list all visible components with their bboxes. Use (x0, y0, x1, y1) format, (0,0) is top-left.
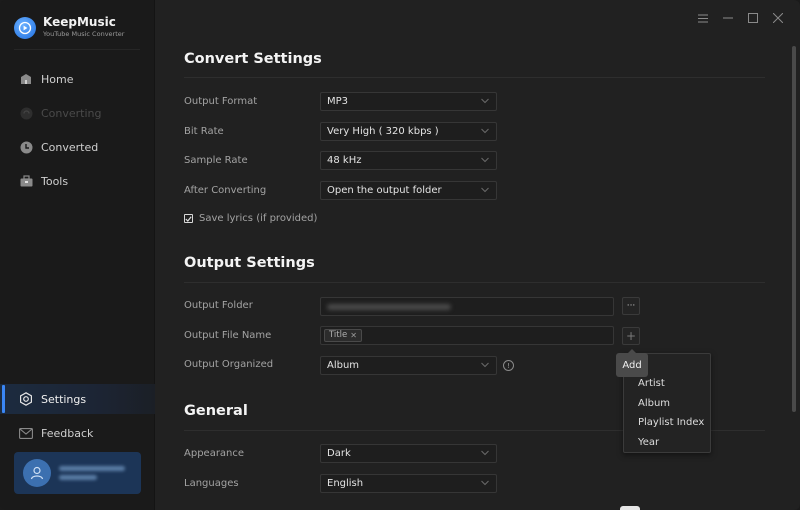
convert-settings-title: Convert Settings (184, 51, 322, 67)
sidebar-item-converted[interactable]: Converted (0, 132, 155, 162)
sidebar-item-converting: Converting (0, 98, 155, 128)
app-subtitle: YouTube Music Converter (43, 30, 125, 38)
settings-icon (19, 392, 33, 406)
chevron-down-icon (481, 450, 489, 456)
appearance-select[interactable]: Dark (320, 444, 497, 463)
sidebar-item-settings[interactable]: Settings (0, 384, 155, 414)
output-folder-path-redacted (327, 304, 451, 310)
languages-select[interactable]: English (320, 474, 497, 493)
file-name-tag: Title ✕ (324, 329, 362, 342)
output-folder-input[interactable] (320, 297, 614, 316)
keepmusic-logo-icon (14, 16, 36, 39)
minimize-button[interactable] (721, 11, 735, 25)
save-lyrics-checkbox[interactable]: Save lyrics (if provided) (184, 213, 317, 224)
maximize-icon (748, 13, 758, 23)
converting-icon (19, 106, 33, 120)
home-icon (19, 72, 33, 86)
chevron-down-icon (481, 128, 489, 134)
bit-rate-label: Bit Rate (184, 126, 224, 137)
languages-value: English (327, 478, 364, 489)
chevron-down-icon (481, 187, 489, 193)
after-converting-value: Open the output folder (327, 185, 442, 196)
output-settings-title: Output Settings (184, 255, 315, 271)
sidebar-item-feedback[interactable]: Feedback (0, 418, 155, 448)
avatar (23, 459, 51, 487)
user-icon (30, 466, 44, 480)
appearance-value: Dark (327, 448, 351, 459)
menu-item-album[interactable]: Album (638, 398, 670, 410)
menu-item-year[interactable]: Year (638, 437, 659, 449)
bit-rate-select[interactable]: Very High ( 320 kbps ) (320, 122, 497, 141)
chevron-down-icon (481, 362, 489, 368)
bit-rate-value: Very High ( 320 kbps ) (327, 126, 439, 137)
output-organized-select[interactable]: Album (320, 356, 497, 375)
sidebar-item-label: Settings (41, 392, 87, 406)
info-icon[interactable]: ! (503, 360, 514, 371)
output-format-label: Output Format (184, 96, 258, 107)
checkbox-checked-icon[interactable] (184, 214, 193, 223)
divider (184, 282, 765, 283)
sample-rate-label: Sample Rate (184, 155, 248, 166)
after-converting-label: After Converting (184, 185, 267, 196)
sample-rate-select[interactable]: 48 kHz (320, 151, 497, 170)
sidebar-item-label: Home (41, 72, 74, 86)
add-tag-button[interactable]: + (622, 327, 640, 345)
remove-tag-icon[interactable]: ✕ (350, 330, 357, 341)
sidebar-item-label: Feedback (41, 426, 94, 440)
divider (14, 49, 140, 50)
toolbox-icon (19, 174, 33, 188)
sidebar-item-label: Converting (41, 106, 102, 120)
browse-folder-button[interactable]: ··· (622, 297, 640, 315)
chevron-down-icon (481, 157, 489, 163)
output-format-value: MP3 (327, 96, 349, 107)
sidebar-item-label: Converted (41, 140, 99, 154)
output-file-name-label: Output File Name (184, 330, 272, 341)
add-tooltip: Add (616, 349, 648, 377)
maximize-button[interactable] (746, 11, 760, 25)
sidebar-item-tools[interactable]: Tools (0, 166, 155, 196)
app-name: KeepMusic (43, 15, 116, 29)
mail-icon (19, 426, 33, 440)
brand: KeepMusic YouTube Music Converter (14, 16, 124, 39)
menu-item-playlist-index[interactable]: Playlist Index (638, 417, 704, 429)
user-account-card[interactable] (14, 452, 141, 494)
output-format-select[interactable]: MP3 (320, 92, 497, 111)
clock-icon (19, 140, 33, 154)
menu-icon (698, 14, 708, 22)
menu-item-artist[interactable]: Artist (638, 378, 665, 390)
close-icon (773, 13, 783, 23)
vertical-scrollbar[interactable] (792, 46, 796, 412)
sidebar-item-label: Tools (41, 174, 69, 188)
divider (184, 77, 765, 78)
output-organized-label: Output Organized (184, 359, 274, 370)
app-window: KeepMusic YouTube Music Converter Home C… (0, 0, 800, 510)
output-file-name-input[interactable]: Title ✕ (320, 326, 614, 345)
info-glyph: ! (507, 361, 510, 370)
output-organized-value: Album (327, 360, 360, 371)
chevron-down-icon (481, 480, 489, 486)
after-converting-select[interactable]: Open the output folder (320, 181, 497, 200)
languages-label: Languages (184, 478, 239, 489)
more-icon: ··· (626, 301, 636, 311)
close-button[interactable] (771, 11, 785, 25)
toggle-switch-partial[interactable] (620, 506, 640, 510)
user-info-redacted (59, 462, 125, 484)
save-lyrics-label: Save lyrics (if provided) (199, 213, 318, 224)
tag-label: Title (329, 330, 348, 340)
appearance-label: Appearance (184, 448, 245, 459)
plus-icon: + (625, 329, 637, 343)
menu-button[interactable] (696, 11, 710, 25)
sidebar: KeepMusic YouTube Music Converter Home C… (0, 0, 155, 510)
minimize-icon (723, 17, 733, 19)
output-folder-label: Output Folder (184, 300, 253, 311)
sample-rate-value: 48 kHz (327, 155, 362, 166)
chevron-down-icon (481, 98, 489, 104)
sidebar-item-home[interactable]: Home (0, 64, 155, 94)
general-title: General (184, 403, 248, 419)
